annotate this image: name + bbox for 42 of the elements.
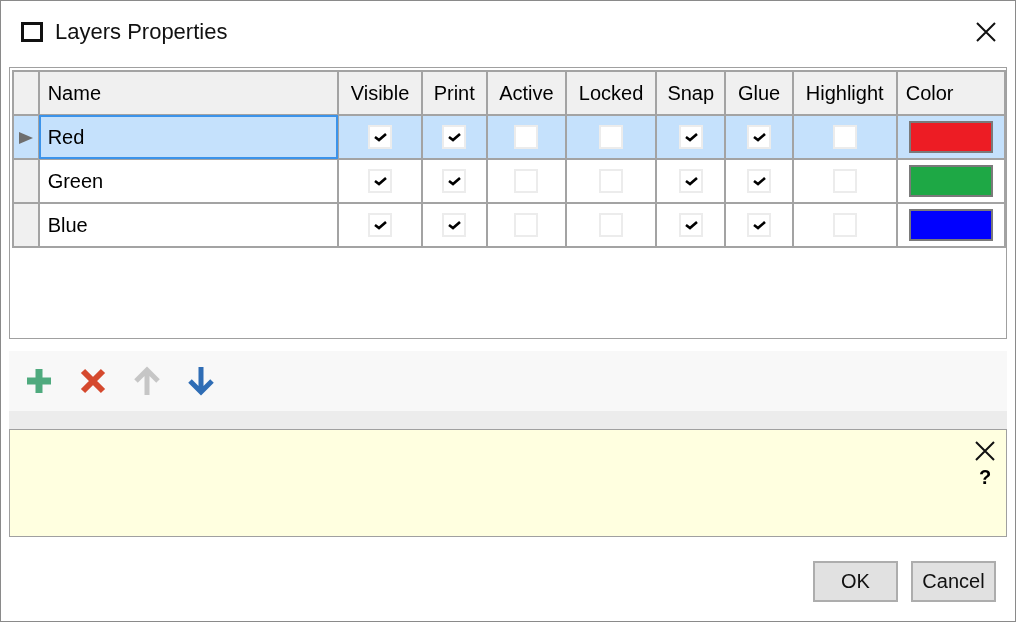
checkbox[interactable] — [368, 125, 392, 150]
table-cell[interactable]: Red — [38, 115, 339, 159]
column-header[interactable]: Visible — [338, 71, 422, 115]
table-cell[interactable]: Blue — [38, 203, 339, 247]
row-header[interactable] — [13, 115, 39, 159]
column-header[interactable]: Snap — [656, 71, 726, 115]
column-header[interactable]: Print — [421, 71, 487, 115]
column-header[interactable]: Active — [486, 71, 566, 115]
checkbox[interactable] — [442, 213, 467, 238]
checkbox[interactable] — [678, 213, 703, 238]
color-swatch[interactable] — [908, 165, 993, 197]
table-cell[interactable]: Green — [38, 159, 339, 203]
checkbox[interactable] — [747, 125, 771, 150]
cancel-button[interactable]: Cancel — [911, 561, 996, 602]
close-icon[interactable] — [974, 440, 996, 462]
column-header[interactable]: Color — [896, 71, 1005, 115]
checkbox[interactable] — [368, 169, 392, 194]
checkbox[interactable] — [678, 125, 703, 150]
row-header[interactable] — [13, 203, 39, 247]
column-header[interactable]: Highlight — [792, 71, 897, 115]
column-header[interactable]: Glue — [725, 71, 793, 115]
color-swatch[interactable] — [908, 121, 993, 153]
checkbox[interactable] — [747, 169, 771, 194]
color-swatch[interactable] — [908, 209, 993, 241]
down-arrow-icon[interactable] — [185, 365, 217, 397]
ok-button[interactable]: OK — [813, 561, 898, 602]
checkbox[interactable] — [442, 125, 467, 150]
row-pointer-icon — [18, 132, 33, 145]
checkbox[interactable] — [442, 169, 467, 194]
window-title: Layers Properties — [55, 19, 229, 45]
close-icon[interactable] — [975, 21, 997, 43]
checkbox[interactable] — [599, 125, 624, 150]
checkbox[interactable] — [514, 125, 539, 150]
checkbox[interactable] — [832, 125, 857, 150]
checkbox[interactable] — [678, 169, 703, 194]
row-header[interactable] — [13, 159, 39, 203]
checkbox[interactable] — [747, 213, 771, 238]
window-icon — [21, 22, 43, 42]
checkbox[interactable] — [368, 213, 392, 238]
help-text[interactable]: ? — [974, 466, 996, 489]
column-header[interactable]: Locked — [566, 71, 657, 115]
column-header[interactable]: Name — [38, 71, 339, 115]
